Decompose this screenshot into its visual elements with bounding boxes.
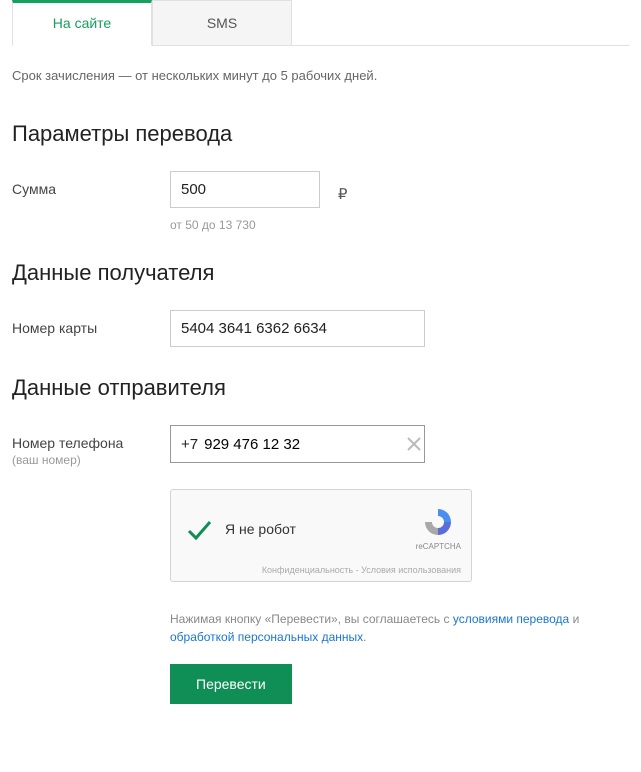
amount-hint: от 50 до 13 730 [170,218,629,232]
tab-sms[interactable]: SMS [152,0,292,45]
consent-text: Нажимая кнопку «Перевести», вы соглашает… [170,610,629,646]
privacy-link[interactable]: обработкой персональных данных [170,630,363,644]
recaptcha-logo: reCAPTCHA [416,506,461,551]
heading-params: Параметры перевода [12,121,629,147]
currency-symbol: ₽ [338,177,348,203]
recaptcha-widget[interactable]: Я не робот reCAPTCHA Конфиденциальность … [170,489,472,582]
amount-label: Сумма [12,171,170,197]
card-label: Номер карты [12,310,170,336]
notice-text: Срок зачисления — от нескольких минут до… [12,46,629,93]
recaptcha-label: Я не робот [225,521,416,537]
tab-onsite[interactable]: На сайте [12,0,152,46]
heading-recipient: Данные получателя [12,260,629,286]
recaptcha-footer: Конфиденциальность - Условия использован… [181,563,461,579]
amount-input[interactable] [170,171,320,208]
phone-input[interactable] [204,427,403,462]
phone-sublabel: (ваш номер) [12,453,170,467]
recaptcha-icon [422,506,454,538]
card-input[interactable] [170,310,425,347]
tabs: На сайте SMS [12,0,629,46]
phone-prefix: +7 [171,436,204,453]
heading-sender: Данные отправителя [12,375,629,401]
phone-label: Номер телефона [12,435,170,451]
submit-button[interactable]: Перевести [170,664,292,704]
phone-input-wrapper[interactable]: +7 [170,425,425,463]
terms-link[interactable]: условиями перевода [453,612,569,626]
checkmark-icon [185,516,211,542]
clear-icon[interactable] [403,426,424,462]
